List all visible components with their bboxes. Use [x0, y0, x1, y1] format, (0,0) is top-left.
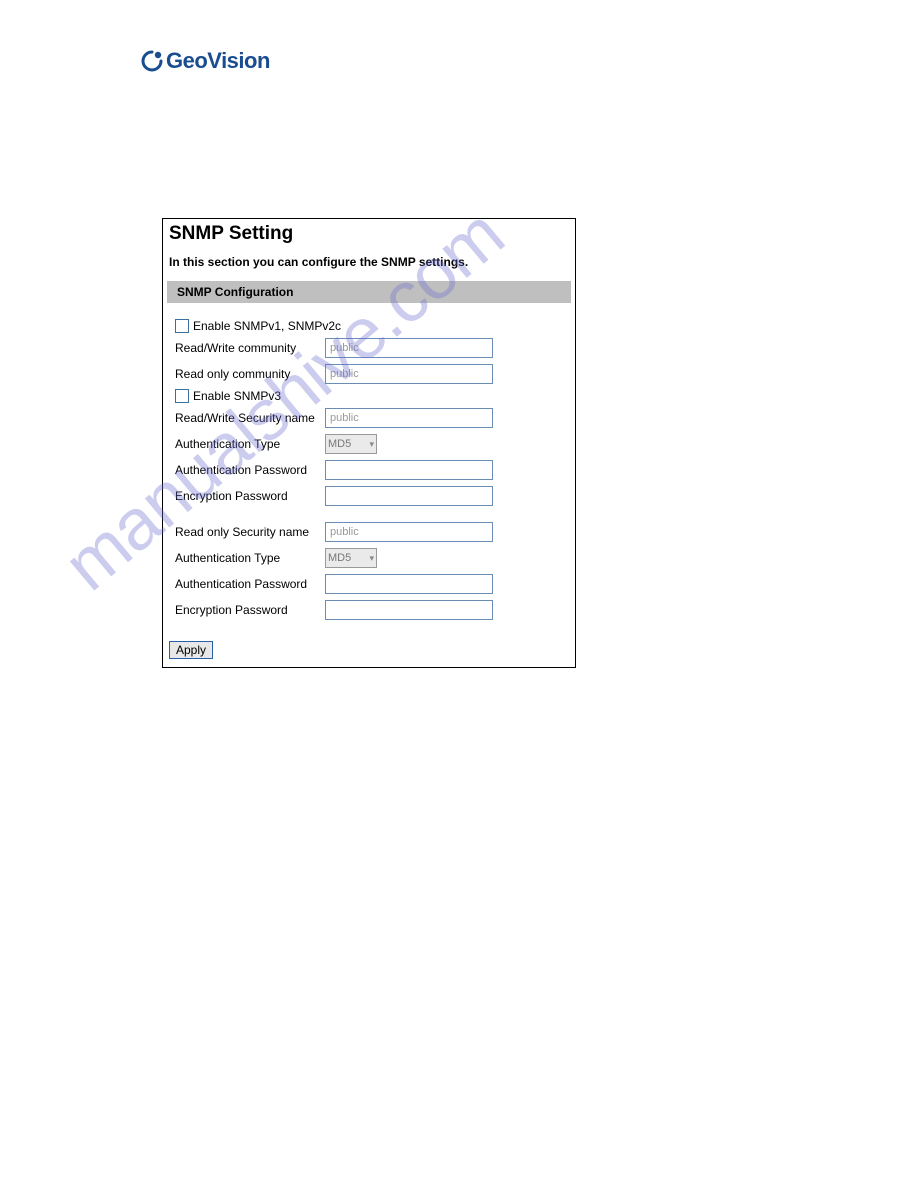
ro-community-label: Read only community	[175, 367, 325, 381]
enable-snmpv1v2c-row: Enable SNMPv1, SNMPv2c	[175, 319, 571, 333]
rw-authpwd-label: Authentication Password	[175, 463, 325, 477]
ro-secname-row: Read only Security name	[175, 521, 571, 543]
ro-encpwd-label: Encryption Password	[175, 603, 325, 617]
rw-secname-label: Read/Write Security name	[175, 411, 325, 425]
rw-secname-row: Read/Write Security name	[175, 407, 571, 429]
brand-logo: GeoVision	[140, 48, 270, 74]
rw-authpwd-row: Authentication Password	[175, 459, 571, 481]
ro-secname-label: Read only Security name	[175, 525, 325, 539]
rw-authtype-value: MD5	[328, 438, 351, 450]
ro-authtype-label: Authentication Type	[175, 551, 325, 565]
rw-encpwd-input[interactable]	[325, 486, 493, 506]
snmp-settings-panel: SNMP Setting In this section you can con…	[162, 218, 576, 668]
ro-authtype-select[interactable]: MD5 ▾	[325, 548, 377, 568]
panel-title: SNMP Setting	[169, 223, 571, 245]
rw-authtype-label: Authentication Type	[175, 437, 325, 451]
rw-community-row: Read/Write community	[175, 337, 571, 359]
section-header: SNMP Configuration	[167, 281, 571, 303]
ro-secname-input[interactable]	[325, 522, 493, 542]
rw-community-input[interactable]	[325, 338, 493, 358]
enable-snmpv3-checkbox[interactable]	[175, 389, 189, 403]
ro-encpwd-input[interactable]	[325, 600, 493, 620]
ro-authtype-value: MD5	[328, 552, 351, 564]
ro-community-row: Read only community	[175, 363, 571, 385]
enable-snmpv1v2c-label: Enable SNMPv1, SNMPv2c	[193, 319, 341, 333]
ro-encpwd-row: Encryption Password	[175, 599, 571, 621]
ro-community-input[interactable]	[325, 364, 493, 384]
ro-authtype-row: Authentication Type MD5 ▾	[175, 547, 571, 569]
ro-authpwd-label: Authentication Password	[175, 577, 325, 591]
snmp-form: Enable SNMPv1, SNMPv2c Read/Write commun…	[167, 319, 571, 621]
enable-snmpv1v2c-checkbox[interactable]	[175, 319, 189, 333]
rw-encpwd-row: Encryption Password	[175, 485, 571, 507]
rw-authpwd-input[interactable]	[325, 460, 493, 480]
ro-authpwd-input[interactable]	[325, 574, 493, 594]
rw-encpwd-label: Encryption Password	[175, 489, 325, 503]
rw-community-label: Read/Write community	[175, 341, 325, 355]
rw-authtype-row: Authentication Type MD5 ▾	[175, 433, 571, 455]
enable-snmpv3-row: Enable SNMPv3	[175, 389, 571, 403]
enable-snmpv3-label: Enable SNMPv3	[193, 389, 281, 403]
chevron-down-icon: ▾	[369, 439, 374, 450]
apply-button[interactable]: Apply	[169, 641, 213, 659]
rw-authtype-select[interactable]: MD5 ▾	[325, 434, 377, 454]
chevron-down-icon: ▾	[369, 553, 374, 564]
logo-icon	[140, 49, 164, 73]
rw-secname-input[interactable]	[325, 408, 493, 428]
ro-authpwd-row: Authentication Password	[175, 573, 571, 595]
logo-text: GeoVision	[166, 48, 270, 74]
panel-subtitle: In this section you can configure the SN…	[169, 255, 571, 269]
